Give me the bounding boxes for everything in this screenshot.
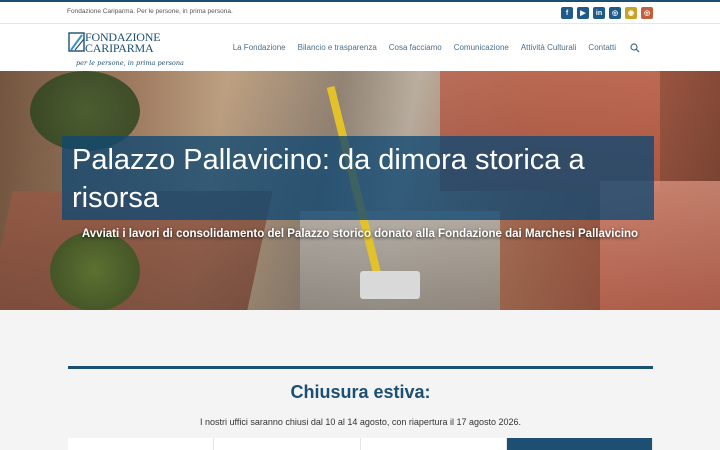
youtube-icon[interactable]: ▶ — [577, 7, 589, 19]
hero-subtitle: Avviati i lavori di consolidamento del P… — [81, 228, 639, 240]
notice-tab-bar — [68, 438, 653, 450]
facebook-icon[interactable]: f — [561, 7, 573, 19]
notice-tab[interactable] — [214, 438, 361, 450]
linkedin-icon[interactable]: in — [593, 7, 605, 19]
notice-tab[interactable] — [68, 438, 215, 450]
nav-item-cosa-facciamo[interactable]: Cosa facciamo — [389, 43, 442, 52]
nav-item-attivita-culturali[interactable]: Attività Culturali — [521, 43, 577, 52]
hero-banner[interactable]: Palazzo Pallavicino: da dimora storica a… — [0, 71, 720, 310]
notice-title: Chiusura estiva: — [290, 382, 431, 402]
site-logo[interactable]: FONDAZIONE CARIPARMA per le persone, in … — [68, 28, 184, 68]
nav-item-comunicazione[interactable]: Comunicazione — [454, 43, 509, 52]
search-icon[interactable] — [630, 42, 640, 53]
logo-motto: per le persone, in prima persona — [76, 59, 184, 67]
logo-line-2: CARIPARMA — [85, 41, 154, 55]
summer-closure-notice: Chiusura estiva: I nostri uffici saranno… — [68, 366, 653, 450]
hero-title: Palazzo Pallavicino: da dimora storica a… — [72, 144, 585, 214]
main-nav: La Fondazione Bilancio e trasparenza Cos… — [233, 24, 640, 71]
nav-item-bilancio[interactable]: Bilancio e trasparenza — [298, 43, 377, 52]
site-header: FONDAZIONE CARIPARMA per le persone, in … — [0, 24, 720, 71]
tagline: Fondazione Cariparma. Per le persone, in… — [67, 8, 233, 15]
notice-tab[interactable] — [360, 438, 507, 450]
issuu-icon[interactable]: ◉ — [625, 7, 637, 19]
hero-photo-tree — [50, 231, 140, 310]
instagram-alt-icon[interactable]: ◎ — [641, 7, 653, 19]
nav-item-contatti[interactable]: Contatti — [588, 43, 616, 52]
notice-text: I nostri uffici saranno chiusi dal 10 al… — [199, 417, 522, 427]
top-bar: Fondazione Cariparma. Per le persone, in… — [0, 0, 720, 24]
hero-photo-truck — [360, 271, 420, 299]
instagram-icon[interactable]: ◎ — [609, 7, 621, 19]
notice-tab[interactable] — [506, 438, 653, 450]
nav-item-la-fondazione[interactable]: La Fondazione — [233, 43, 286, 52]
social-links: f ▶ in ◎ ◉ ◎ — [561, 7, 653, 19]
